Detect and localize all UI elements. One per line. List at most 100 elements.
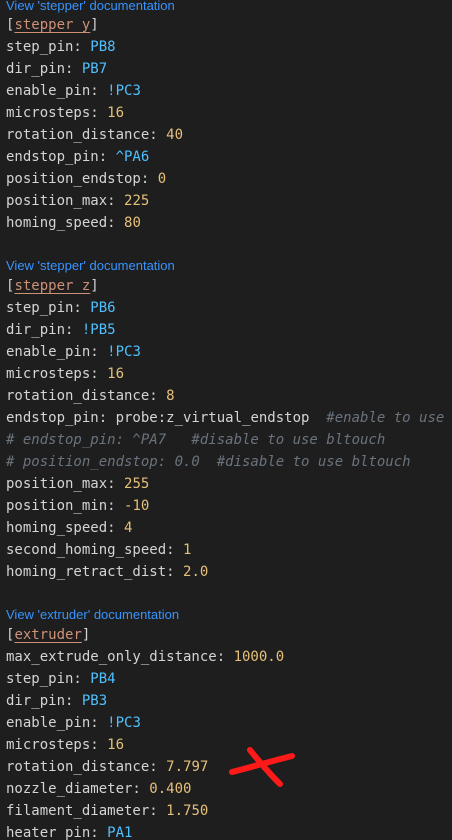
config-line[interactable]: heater_pin: PA1 bbox=[6, 822, 132, 840]
config-line[interactable]: step_pin: PB8 bbox=[6, 36, 116, 58]
config-line[interactable]: homing_speed: 80 bbox=[6, 212, 141, 234]
config-key: nozzle_diameter: bbox=[6, 781, 150, 797]
config-key: filament_diameter: bbox=[6, 803, 167, 819]
config-key: homing_speed: bbox=[6, 520, 125, 536]
config-value: PA1 bbox=[107, 825, 133, 840]
config-key: microsteps: bbox=[6, 105, 108, 121]
config-line[interactable]: rotation_distance: 8 bbox=[6, 385, 175, 407]
bracket-close: ] bbox=[81, 627, 91, 643]
config-line[interactable]: homing_retract_dist: 2.0 bbox=[6, 561, 208, 583]
config-value: 1000.0 bbox=[233, 649, 285, 665]
config-value: !PC3 bbox=[107, 83, 141, 99]
config-key: microsteps: bbox=[6, 366, 108, 382]
section-header-stepper-y[interactable]: [stepper_y] bbox=[6, 14, 99, 36]
config-line[interactable]: second_homing_speed: 1 bbox=[6, 539, 191, 561]
config-key: position_max: bbox=[6, 476, 125, 492]
config-key: rotation_distance: bbox=[6, 127, 167, 143]
config-value: 7.797 bbox=[166, 759, 209, 775]
config-key: microsteps: bbox=[6, 737, 108, 753]
config-line[interactable]: position_max: 225 bbox=[6, 190, 149, 212]
bracket-close: ] bbox=[90, 278, 99, 294]
config-line[interactable]: rotation_distance: 40 bbox=[6, 124, 183, 146]
config-line[interactable]: homing_speed: 4 bbox=[6, 517, 132, 539]
config-key: homing_retract_dist: bbox=[6, 564, 184, 580]
config-key: position_endstop: bbox=[6, 171, 158, 187]
config-value: PB4 bbox=[90, 671, 116, 687]
doc-link-extruder[interactable]: View 'extruder' documentation bbox=[6, 605, 179, 625]
config-key: rotation_distance: bbox=[6, 759, 167, 775]
config-value: probe:z_virtual_endstop bbox=[115, 410, 310, 426]
config-value: !PC3 bbox=[107, 715, 141, 731]
config-key: second_homing_speed: bbox=[6, 542, 184, 558]
config-value: 80 bbox=[124, 215, 141, 231]
red-x-annotation bbox=[229, 747, 295, 787]
config-key: endstop_pin: bbox=[6, 149, 116, 165]
config-value: 255 bbox=[124, 476, 150, 492]
config-value: 2.0 bbox=[183, 564, 209, 580]
config-key: max_extrude_only_distance: bbox=[6, 649, 234, 665]
config-value: 225 bbox=[124, 193, 150, 209]
config-value: !PC3 bbox=[107, 344, 141, 360]
config-key: dir_pin: bbox=[6, 61, 82, 77]
config-key: enable_pin: bbox=[6, 344, 108, 360]
config-key: rotation_distance: bbox=[6, 388, 167, 404]
config-line[interactable]: endstop_pin: probe:z_virtual_endstop #en… bbox=[6, 407, 444, 429]
config-line[interactable]: enable_pin: !PC3 bbox=[6, 80, 141, 102]
doc-link-stepper-z[interactable]: View 'stepper' documentation bbox=[6, 256, 175, 276]
config-value: -10 bbox=[124, 498, 150, 514]
config-line[interactable]: microsteps: 16 bbox=[6, 363, 124, 385]
config-line[interactable]: step_pin: PB6 bbox=[6, 297, 116, 319]
config-line[interactable]: dir_pin: PB3 bbox=[6, 690, 107, 712]
config-line[interactable]: position_min: -10 bbox=[6, 495, 149, 517]
config-line[interactable]: enable_pin: !PC3 bbox=[6, 712, 141, 734]
config-comment: # endstop_pin: ^PA7 #disable to use blto… bbox=[6, 432, 386, 448]
config-line[interactable]: filament_diameter: 1.750 bbox=[6, 800, 208, 822]
config-value: PB6 bbox=[90, 300, 116, 316]
config-line[interactable]: enable_pin: !PC3 bbox=[6, 341, 141, 363]
config-key: dir_pin: bbox=[6, 693, 82, 709]
config-key: position_max: bbox=[6, 193, 125, 209]
config-line[interactable]: rotation_distance: 7.797 bbox=[6, 756, 208, 778]
config-line[interactable]: endstop_pin: ^PA6 bbox=[6, 146, 149, 168]
bracket-close: ] bbox=[90, 17, 99, 33]
config-value: 40 bbox=[166, 127, 184, 143]
section-header-extruder[interactable]: [extruder] bbox=[6, 624, 90, 646]
config-line[interactable]: step_pin: PB4 bbox=[6, 668, 116, 690]
config-comment: # position_endstop: 0.0 #disable to use … bbox=[6, 454, 411, 470]
config-value: 16 bbox=[107, 737, 125, 753]
config-line[interactable]: position_max: 255 bbox=[6, 473, 149, 495]
config-value: 8 bbox=[166, 388, 175, 404]
section-name: stepper_y bbox=[14, 17, 91, 33]
config-value: 16 bbox=[107, 105, 125, 121]
config-line[interactable]: position_endstop: 0 bbox=[6, 168, 166, 190]
config-value: 0 bbox=[157, 171, 167, 187]
config-key: endstop_pin: bbox=[6, 410, 116, 426]
config-value: PB8 bbox=[90, 39, 116, 55]
config-comment: #enable to use bbox=[309, 410, 445, 426]
config-value: !PB5 bbox=[81, 322, 116, 338]
section-name: stepper_z bbox=[14, 278, 91, 294]
config-line[interactable]: dir_pin: !PB5 bbox=[6, 319, 116, 341]
config-key: enable_pin: bbox=[6, 715, 108, 731]
config-key: homing_speed: bbox=[6, 215, 125, 231]
config-line[interactable]: microsteps: 16 bbox=[6, 102, 124, 124]
config-key: position_min: bbox=[6, 498, 125, 514]
config-line[interactable]: microsteps: 16 bbox=[6, 734, 124, 756]
config-key: step_pin: bbox=[6, 39, 91, 55]
config-key: heater_pin: bbox=[6, 825, 108, 840]
config-value: 4 bbox=[124, 520, 133, 536]
config-editor[interactable]: View 'stepper' documentation [stepper_y] s… bbox=[0, 0, 452, 840]
config-line[interactable]: nozzle_diameter: 0.400 bbox=[6, 778, 191, 800]
config-key: dir_pin: bbox=[6, 322, 82, 338]
config-line[interactable]: # endstop_pin: ^PA7 #disable to use blto… bbox=[6, 429, 385, 451]
config-value: 16 bbox=[107, 366, 125, 382]
config-key: step_pin: bbox=[6, 300, 91, 316]
config-line[interactable]: max_extrude_only_distance: 1000.0 bbox=[6, 646, 284, 668]
config-value: 1 bbox=[183, 542, 192, 558]
config-value: 0.400 bbox=[149, 781, 192, 797]
config-value: PB3 bbox=[81, 693, 108, 709]
config-value: PB7 bbox=[81, 61, 108, 77]
section-header-stepper-z[interactable]: [stepper_z] bbox=[6, 275, 99, 297]
config-line[interactable]: # position_endstop: 0.0 #disable to use … bbox=[6, 451, 411, 473]
config-line[interactable]: dir_pin: PB7 bbox=[6, 58, 107, 80]
